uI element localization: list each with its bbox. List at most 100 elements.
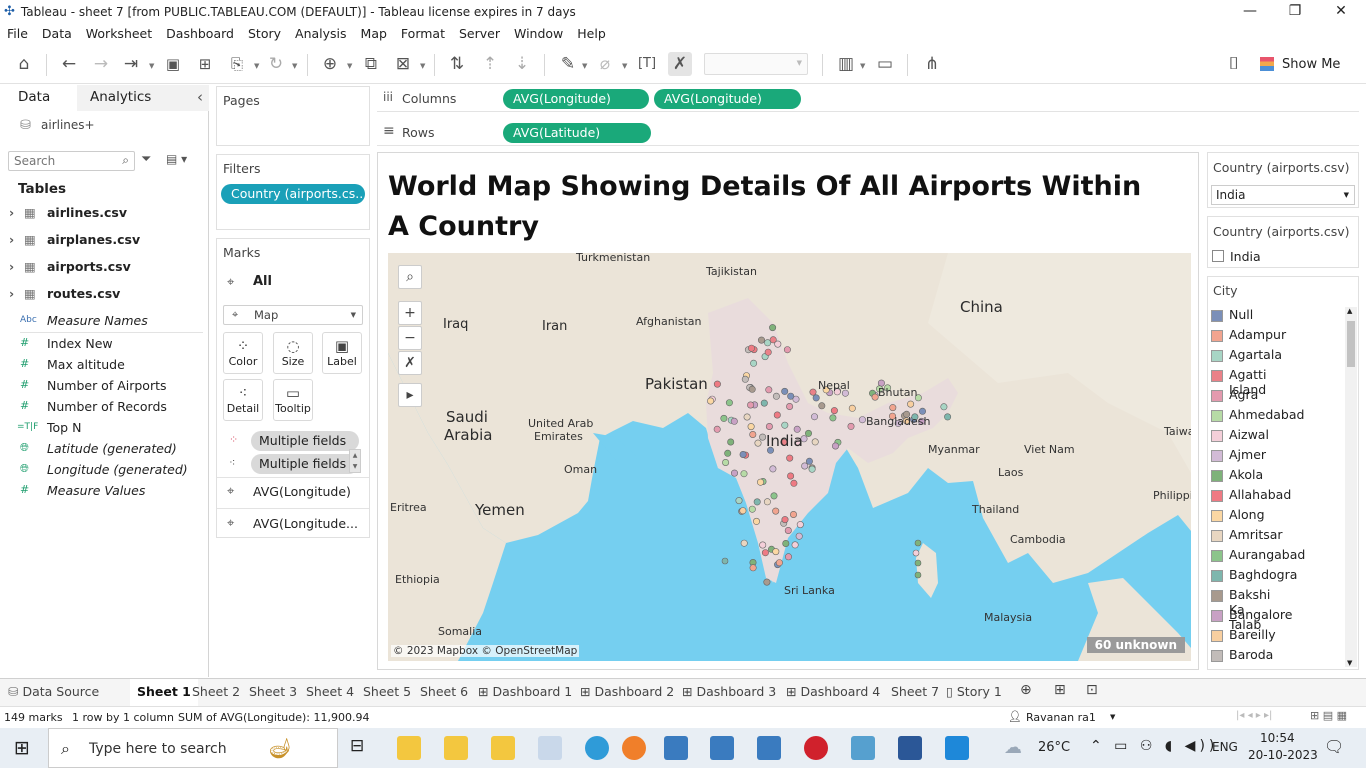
airport-mark[interactable]	[809, 388, 817, 396]
unknown-indicator[interactable]: 60 unknown	[1086, 637, 1185, 653]
airport-mark[interactable]	[757, 336, 765, 344]
filter-pill-country[interactable]: Country (airports.cs..	[221, 184, 365, 204]
airport-mark[interactable]	[830, 407, 838, 415]
airport-mark[interactable]	[781, 421, 789, 429]
weather-temp[interactable]: 26°C	[1038, 740, 1070, 755]
airport-mark[interactable]	[724, 449, 732, 457]
chevron-down-icon[interactable]: ▼	[622, 62, 627, 70]
table-row[interactable]: › ▦ airplanes.csv	[0, 230, 209, 252]
chevron-down-icon[interactable]: ▼	[1110, 713, 1115, 721]
columns-pill-longitude[interactable]: AVG(Longitude)	[503, 89, 649, 109]
airport-mark[interactable]	[914, 571, 922, 579]
table-row[interactable]: › ▦ routes.csv	[0, 284, 209, 306]
airport-mark[interactable]	[743, 413, 751, 421]
airport-mark[interactable]	[761, 549, 769, 557]
airport-mark[interactable]	[787, 472, 795, 480]
airport-mark[interactable]	[730, 469, 738, 477]
tray-icons[interactable]: ⌃ ▭ ⚇ ◖ ◀))	[1090, 738, 1218, 754]
field-max-altitude[interactable]: # Max altitude	[0, 355, 209, 376]
airport-mark[interactable]	[812, 394, 820, 402]
field-number-of-records[interactable]: # Number of Records	[0, 397, 209, 418]
user-name[interactable]: Ravanan ra1	[1026, 711, 1096, 724]
menu-window[interactable]: Window	[507, 26, 570, 41]
undo-icon[interactable]: ←	[57, 52, 81, 76]
view-list-icon[interactable]: ▤ ▾	[166, 152, 187, 166]
airport-mark[interactable]	[907, 400, 915, 408]
airport-mark[interactable]	[773, 411, 781, 419]
airport-mark[interactable]	[804, 429, 812, 437]
airport-mark[interactable]	[831, 442, 839, 450]
field-index-new[interactable]: # Index New	[0, 334, 209, 355]
rows-shelf[interactable]: ≡ Rows AVG(Latitude)	[377, 120, 1359, 146]
store-icon[interactable]	[538, 736, 562, 760]
tableau-icon[interactable]	[664, 736, 688, 760]
airport-mark[interactable]	[707, 397, 715, 405]
airport-mark[interactable]	[764, 348, 772, 356]
tab-dashboard-3[interactable]: ⊞ Dashboard 3	[682, 684, 776, 699]
tab-analytics[interactable]: Analytics ‹	[77, 85, 209, 111]
tab-data-source[interactable]: ⛁ Data Source	[8, 684, 99, 699]
airport-mark[interactable]	[722, 459, 730, 467]
airport-mark[interactable]	[772, 507, 780, 515]
airport-mark[interactable]	[801, 462, 809, 470]
edge-icon[interactable]	[585, 736, 609, 760]
airport-mark[interactable]	[749, 431, 757, 439]
chevron-down-icon[interactable]: ▼	[292, 62, 297, 70]
photos-icon[interactable]	[851, 736, 875, 760]
airport-mark[interactable]	[769, 465, 777, 473]
field-number-of-airports[interactable]: # Number of Airports	[0, 376, 209, 397]
size-card[interactable]: ◌ Size	[273, 332, 313, 374]
new-dashboard-icon[interactable]: ⊞	[1054, 682, 1066, 698]
chevron-down-icon[interactable]: ▼	[582, 62, 587, 70]
detail-field-pill[interactable]: Multiple fields	[251, 454, 359, 474]
share-icon[interactable]: ⋔	[920, 52, 944, 76]
field-measure-values[interactable]: # Measure Values	[0, 481, 209, 502]
tab-dashboard-2[interactable]: ⊞ Dashboard 2	[580, 684, 674, 699]
chevron-down-icon[interactable]: ▼	[347, 62, 352, 70]
scrollbar[interactable]: ▲ ▼	[349, 449, 361, 473]
filters-shelf[interactable]: Filters Country (airports.cs..	[216, 154, 370, 230]
airport-marks[interactable]	[388, 253, 1191, 661]
zoom-out-button[interactable]: −	[398, 326, 422, 350]
chevron-down-icon[interactable]: ▼	[149, 62, 154, 70]
country-dropdown[interactable]: India ▼	[1211, 185, 1355, 205]
card-layout-icon[interactable]: ▥	[834, 52, 858, 76]
airport-mark[interactable]	[725, 399, 733, 407]
file-explorer-icon[interactable]	[397, 736, 421, 760]
folder-icon[interactable]	[491, 736, 515, 760]
airport-mark[interactable]	[787, 392, 795, 400]
airport-mark[interactable]	[772, 548, 780, 556]
airport-mark[interactable]	[782, 539, 790, 547]
airport-mark[interactable]	[786, 403, 794, 411]
firefox-icon[interactable]	[622, 736, 646, 760]
airport-mark[interactable]	[763, 498, 771, 506]
airport-mark[interactable]	[808, 465, 816, 473]
show-me-button[interactable]: Show Me	[1260, 54, 1340, 74]
airport-mark[interactable]	[765, 386, 773, 394]
airport-mark[interactable]	[747, 344, 755, 352]
folder-icon[interactable]	[444, 736, 468, 760]
airport-mark[interactable]	[739, 507, 747, 515]
show-labels-icon[interactable]: [T]	[635, 52, 659, 76]
marks-layer-1[interactable]: AVG(Longitude)	[253, 484, 351, 499]
field-measure-names[interactable]: Abc Measure Names	[0, 311, 209, 332]
airport-mark[interactable]	[753, 498, 761, 506]
menu-file[interactable]: File	[0, 26, 35, 41]
field-longitude-generated[interactable]: 🌐︎ Longitude (generated)	[0, 460, 209, 481]
airport-mark[interactable]	[713, 380, 721, 388]
map-canvas[interactable]: Turkmenistan Tajikistan Iraq Iran Afghan…	[388, 253, 1191, 661]
menu-story[interactable]: Story	[241, 26, 288, 41]
tooltip-card[interactable]: ▭ Tooltip	[273, 379, 313, 421]
duplicate-icon[interactable]: ⧉	[359, 52, 383, 76]
home-icon[interactable]: ⌂	[12, 52, 36, 76]
airport-mark[interactable]	[775, 559, 783, 567]
presentation-icon[interactable]: ▭	[873, 52, 897, 76]
new-story-icon[interactable]: ⊡	[1086, 682, 1098, 698]
airport-mark[interactable]	[759, 433, 767, 441]
maximize-button[interactable]: ❐	[1272, 0, 1318, 23]
airport-mark[interactable]	[750, 359, 758, 367]
tab-sheet-1[interactable]: Sheet 1	[130, 679, 198, 706]
chevron-down-icon[interactable]: ▼	[860, 62, 865, 70]
language-indicator[interactable]: ENG	[1212, 740, 1238, 754]
notification-icon[interactable]: 🗨︎	[1324, 737, 1344, 756]
